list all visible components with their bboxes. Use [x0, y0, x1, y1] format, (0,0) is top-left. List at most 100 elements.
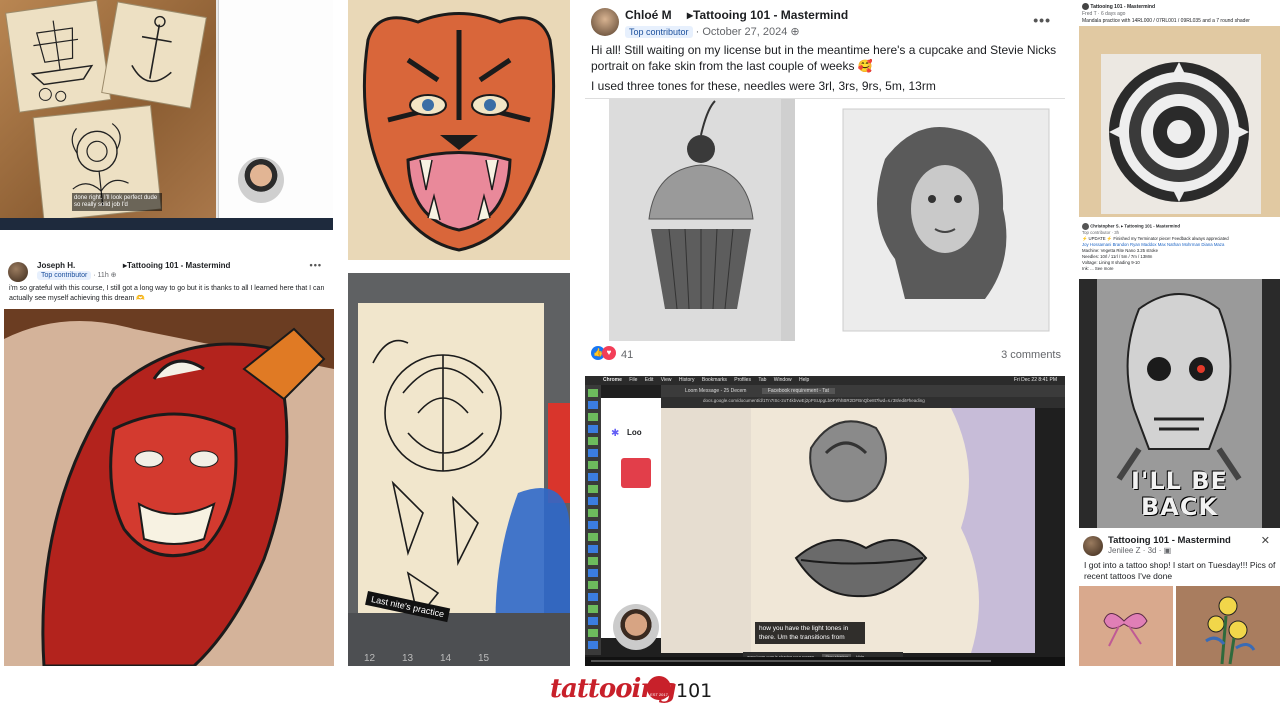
post-text: Mandala practice with 14RL000 / 07RL001 …: [1082, 17, 1250, 24]
browser-tab[interactable]: Loom Message - 25 Decem: [685, 388, 746, 394]
post-text-line-1: Hi all! Still waiting on my license but …: [591, 43, 1057, 73]
mandala-post-card: Tattooing 101 - Mastermind Fred T · 6 da…: [1079, 0, 1280, 217]
video-controls: [585, 657, 1065, 666]
video-caption: done right. I'll look perfect dude so re…: [72, 193, 162, 212]
presenter-webcam: [613, 604, 659, 650]
post-author[interactable]: Christopher S.: [1090, 224, 1120, 229]
close-icon[interactable]: ✕: [1261, 534, 1270, 547]
more-options-icon[interactable]: •••: [310, 260, 322, 270]
post-group[interactable]: Tattooing 101 - Mastermind: [1090, 4, 1155, 10]
shared-document-view: [661, 408, 1035, 653]
mac-menu-bar: Chrome File Edit View History Bookmarks …: [585, 376, 1065, 385]
tiger-head-drawing: [362, 12, 556, 252]
loom-title: Loo: [627, 428, 642, 437]
dock-icons: [588, 389, 598, 649]
tattooing-101-logo: tattooing EST 2017 101: [550, 672, 720, 718]
tattoo-thumbnail: [621, 458, 651, 488]
post-time[interactable]: 11h: [98, 272, 109, 279]
url-text: docs.google.com/document/d/1Tn7ISc-2oT4k…: [703, 398, 925, 403]
post-group[interactable]: Tattooing 101 - Mastermind: [1108, 535, 1231, 546]
post-text: Hi all! Still waiting on my license but …: [591, 42, 1061, 98]
ear-and-lips-drawing: [661, 408, 1035, 653]
post-group[interactable]: ▸Tattooing 101 - Mastermind: [687, 8, 848, 22]
love-icon: ♥: [602, 346, 616, 360]
menu-item[interactable]: Help: [799, 377, 809, 383]
terminator-post-card: Christopher S. ▸ Tattooing 101 - Masterm…: [1079, 221, 1280, 528]
webcam-bubble: [238, 157, 284, 203]
flash-sheets-drawing: [5, 0, 207, 222]
ruler-mark: 12: [364, 653, 376, 664]
menu-item[interactable]: Profiles: [734, 377, 751, 383]
chloe-post-card: Chloé M ▸Tattooing 101 - Mastermind Top …: [585, 0, 1065, 372]
menu-item[interactable]: Bookmarks: [702, 377, 727, 383]
post-author[interactable]: Jenilee Z: [1108, 546, 1140, 555]
post-group[interactable]: ▸Tattooing 101 - Mastermind: [123, 261, 230, 270]
browser-tab[interactable]: Facebook requirement - Tat: [761, 388, 835, 394]
logo-number: 101: [676, 680, 713, 702]
logo-stamp: EST 2017: [647, 676, 671, 700]
logo-stamp-text: EST 2017: [650, 692, 668, 697]
mandala-photo[interactable]: [1079, 26, 1280, 217]
menu-item[interactable]: History: [679, 377, 695, 383]
post-header: Tattooing 101 - Mastermind Fred T · 6 da…: [1082, 3, 1277, 25]
video-caption: how you have the light tones in there. U…: [755, 622, 865, 644]
menu-item[interactable]: View: [661, 377, 672, 383]
tattoo-lettering: I'LL BE: [1131, 467, 1228, 495]
group-icon: ▣: [1163, 546, 1172, 555]
tiger-tattoo-photo: [348, 0, 570, 260]
hannya-mask-tattoo-drawing: [4, 321, 334, 666]
avatar[interactable]: [591, 8, 619, 36]
menu-item[interactable]: File: [629, 377, 637, 383]
more-options-icon[interactable]: •••: [1033, 12, 1051, 28]
ruler-mark: 13: [402, 653, 414, 664]
menu-item[interactable]: Chrome: [603, 377, 622, 383]
post-meta: Jenilee Z · 3d · ▣: [1108, 546, 1172, 555]
top-contributor-badge: Top contributor: [37, 271, 92, 280]
progress-bar[interactable]: [591, 660, 991, 662]
post-header: Joseph H. ▸Tattooing 101 - Mastermind To…: [8, 258, 330, 284]
windows-taskbar: [0, 218, 333, 230]
peony-practice-photo: Last nite's practice 12 13 14 15: [348, 273, 570, 666]
mac-dock: [585, 385, 601, 655]
globe-icon: ⊕: [110, 272, 117, 279]
menu-clock: Fri Dec 22 8:41 PM: [1013, 377, 1057, 383]
post-author[interactable]: Fred T: [1082, 11, 1097, 17]
post-header: Christopher S. ▸ Tattooing 101 - Masterm…: [1082, 223, 1278, 272]
group-avatar[interactable]: [1083, 536, 1103, 556]
post-meta: Top contributor · 11h ⊕: [37, 271, 117, 280]
avatar[interactable]: [1082, 3, 1089, 10]
ruler-mark: 15: [478, 653, 490, 664]
loom-window: ✱ Loo: [601, 398, 661, 638]
reaction-count[interactable]: 41: [621, 349, 633, 361]
menu-item[interactable]: Edit: [645, 377, 654, 383]
wooden-table-photo: [0, 0, 216, 222]
bow-tattoo-photo[interactable]: [1079, 586, 1173, 666]
post-meta: Top contributor · October 27, 2024 ⊕: [625, 25, 800, 38]
post-author[interactable]: Joseph H.: [37, 261, 75, 270]
post-group[interactable]: Tattooing 101 - Mastermind: [1124, 224, 1180, 229]
avatar[interactable]: [1082, 223, 1089, 230]
browser-tabbar: Loom Message - 25 Decem Facebook require…: [661, 385, 1065, 397]
post-author[interactable]: Chloé M: [625, 8, 672, 22]
flower-tattoo-photo[interactable]: [1176, 586, 1280, 666]
flash-sheets-video: done right. I'll look perfect dude so re…: [0, 0, 333, 230]
cutting-mat-ruler: 12 13 14 15: [364, 653, 564, 666]
joseph-post-card: Joseph H. ▸Tattooing 101 - Mastermind To…: [4, 256, 334, 666]
post-time: 3h: [1114, 230, 1120, 235]
post-text-line-5[interactable]: Ink: ... See more: [1082, 266, 1278, 272]
menu-item[interactable]: Tab: [758, 377, 766, 383]
post-text-line-2: I used three tones for these, needles we…: [591, 79, 936, 93]
reaction-bar: 👍 ♥ 41 3 comments: [591, 346, 1061, 364]
menu-item[interactable]: Window: [774, 377, 792, 383]
flower-tattoo-drawing: [1205, 596, 1256, 665]
post-images[interactable]: [585, 98, 1065, 342]
address-bar[interactable]: docs.google.com/document/d/1Tn7ISc-2oT4k…: [661, 397, 1065, 408]
top-contributor-badge: Top contributor: [625, 26, 693, 38]
mandala-drawing: [1101, 54, 1261, 214]
screen-recording: Chrome File Edit View History Bookmarks …: [585, 376, 1065, 666]
post-date[interactable]: October 27, 2024: [702, 26, 787, 38]
samurai-tattoo-photo[interactable]: [4, 309, 334, 666]
terminator-tattoo-photo[interactable]: I'LL BE BACK: [1079, 279, 1280, 528]
comments-link[interactable]: 3 comments: [1001, 349, 1061, 361]
avatar[interactable]: [8, 262, 28, 282]
